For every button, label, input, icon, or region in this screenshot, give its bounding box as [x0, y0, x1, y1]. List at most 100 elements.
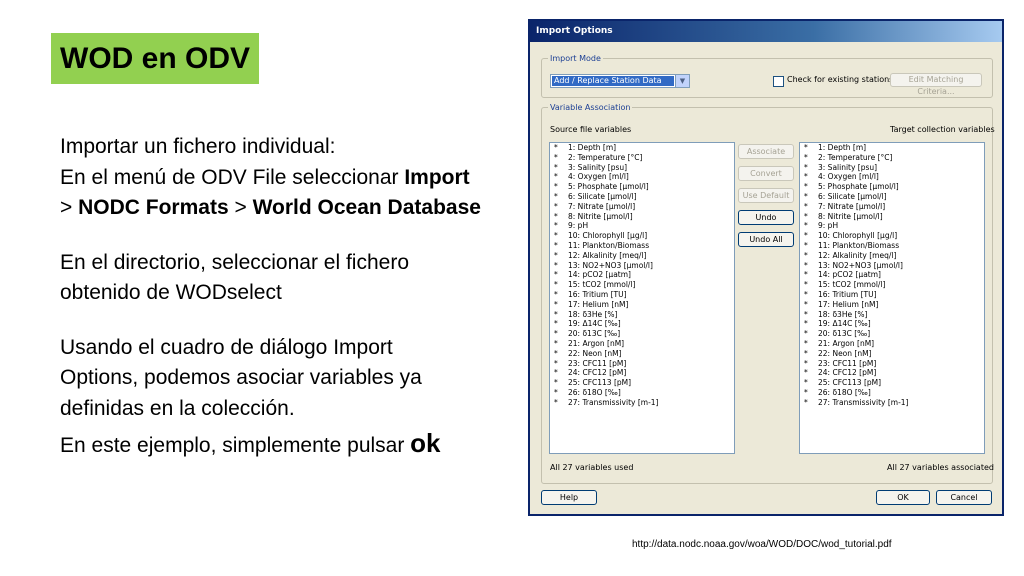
use-default-button[interactable]: Use Default — [738, 188, 794, 203]
list-item[interactable]: * 9: pH — [550, 221, 734, 231]
list-item[interactable]: * 18: δ3He [%] — [550, 310, 734, 320]
list-item[interactable]: * 12: Alkalinity [meq/l] — [550, 251, 734, 261]
variable-label: 3: Salinity [psu] — [818, 162, 878, 172]
undo-all-button[interactable]: Undo All — [738, 232, 794, 247]
body-text-span: > — [228, 196, 253, 219]
list-item[interactable]: * 9: pH — [800, 221, 984, 231]
dialog-title: Import Options — [530, 21, 1002, 42]
list-item[interactable]: * 18: δ3He [%] — [800, 310, 984, 320]
list-item[interactable]: * 10: Chlorophyll [µg/l] — [800, 231, 984, 241]
cancel-button[interactable]: Cancel — [936, 490, 992, 505]
variable-label: 1: Depth [m] — [818, 143, 867, 152]
list-item[interactable]: * 21: Argon [nM] — [550, 339, 734, 349]
list-item[interactable]: * 25: CFC113 [pM] — [550, 378, 734, 388]
undo-button[interactable]: Undo — [738, 210, 794, 225]
list-item[interactable]: * 5: Phosphate [µmol/l] — [550, 182, 734, 192]
list-item[interactable]: * 14: pCO2 [µatm] — [550, 270, 734, 280]
list-item[interactable]: * 5: Phosphate [µmol/l] — [800, 182, 984, 192]
list-item[interactable]: * 27: Transmissivity [m-1] — [800, 398, 984, 408]
list-item[interactable]: * 23: CFC11 [pM] — [550, 359, 734, 369]
list-item[interactable]: * 10: Chlorophyll [µg/l] — [550, 231, 734, 241]
associated-marker: * — [554, 329, 558, 339]
list-item[interactable]: * 12: Alkalinity [meq/l] — [800, 251, 984, 261]
list-item[interactable]: * 26: δ18O [‰] — [800, 388, 984, 398]
associated-marker: * — [804, 329, 808, 339]
list-item[interactable]: * 11: Plankton/Biomass — [550, 241, 734, 251]
list-item[interactable]: * 7: Nitrate [µmol/l] — [550, 202, 734, 212]
edit-matching-criteria-button[interactable]: Edit Matching Criteria... — [890, 73, 982, 96]
associated-marker: * — [554, 211, 558, 221]
list-item[interactable]: * 8: Nitrite [µmol/l] — [800, 212, 984, 222]
list-item[interactable]: * 2: Temperature [°C] — [800, 153, 984, 163]
associated-marker: * — [804, 368, 808, 378]
list-item[interactable]: * 6: Silicate [µmol/l] — [800, 192, 984, 202]
variable-label: 15: tCO2 [mmol/l] — [818, 280, 886, 290]
associated-marker: * — [804, 378, 808, 388]
variable-label: 14: pCO2 [µatm] — [568, 270, 631, 280]
associated-marker: * — [554, 201, 558, 211]
ok-button[interactable]: OK — [876, 490, 930, 505]
list-item[interactable]: * 19: Δ14C [‰] — [550, 319, 734, 329]
variable-label: 20: δ13C [‰] — [818, 329, 871, 339]
associate-button[interactable]: Associate — [738, 144, 794, 159]
associated-marker: * — [554, 280, 558, 290]
list-item[interactable]: * 16: Tritium [TU] — [800, 290, 984, 300]
list-item[interactable]: * 16: Tritium [TU] — [550, 290, 734, 300]
list-item[interactable]: * 25: CFC113 [pM] — [800, 378, 984, 388]
list-item[interactable]: * 4: Oxygen [ml/l] — [800, 172, 984, 182]
variable-label: 23: CFC11 [pM] — [818, 358, 877, 368]
variable-label: 5: Phosphate [µmol/l] — [818, 182, 899, 192]
list-item[interactable]: * 3: Salinity [psu] — [800, 163, 984, 173]
import-options-dialog: Import Options Import Mode Add / Replace… — [528, 19, 1004, 516]
associated-marker: * — [554, 143, 558, 152]
list-item[interactable]: * 4: Oxygen [ml/l] — [550, 172, 734, 182]
list-item[interactable]: * 8: Nitrite [µmol/l] — [550, 212, 734, 222]
list-item[interactable]: * 20: δ13C [‰] — [800, 329, 984, 339]
import-mode-select[interactable]: Add / Replace Station Data ▼ — [550, 74, 690, 88]
list-item[interactable]: * 17: Helium [nM] — [550, 300, 734, 310]
target-collection-variables-label: Target collection variables — [890, 125, 995, 134]
source-variables-rows: * 1: Depth [m] * 2: Temperature [°C] * 3: Sal… — [550, 143, 734, 408]
variable-label: 2: Temperature [°C] — [568, 152, 643, 162]
list-item[interactable]: * 15: tCO2 [mmol/l] — [550, 280, 734, 290]
help-button[interactable]: Help — [541, 490, 597, 505]
variable-label: 7: Nitrate [µmol/l] — [818, 201, 886, 211]
list-item[interactable]: * 7: Nitrate [µmol/l] — [800, 202, 984, 212]
list-item[interactable]: * 13: NO2+NO3 [µmol/l] — [550, 261, 734, 271]
list-item[interactable]: * 1: Depth [m] — [550, 143, 734, 153]
associated-marker: * — [804, 260, 808, 270]
check-existing-stations-checkbox[interactable] — [773, 76, 784, 87]
list-item[interactable]: * 17: Helium [nM] — [800, 300, 984, 310]
list-item[interactable]: * 2: Temperature [°C] — [550, 153, 734, 163]
list-item[interactable]: * 19: Δ14C [‰] — [800, 319, 984, 329]
list-item[interactable]: * 20: δ13C [‰] — [550, 329, 734, 339]
variable-label: 20: δ13C [‰] — [568, 329, 621, 339]
convert-button[interactable]: Convert — [738, 166, 794, 181]
list-item[interactable]: * 23: CFC11 [pM] — [800, 359, 984, 369]
chevron-down-icon[interactable]: ▼ — [675, 75, 689, 87]
list-item[interactable]: * 1: Depth [m] — [800, 143, 984, 153]
associated-marker: * — [804, 240, 808, 250]
menu-import-text: Import — [404, 165, 470, 189]
variable-label: 6: Silicate [µmol/l] — [818, 191, 887, 201]
list-item[interactable]: * 3: Salinity [psu] — [550, 163, 734, 173]
variable-label: 22: Neon [nM] — [568, 348, 622, 358]
list-item[interactable]: * 15: tCO2 [mmol/l] — [800, 280, 984, 290]
ok-emphasis-text: ok — [410, 428, 441, 458]
list-item[interactable]: * 22: Neon [nM] — [550, 349, 734, 359]
list-item[interactable]: * 26: δ18O [‰] — [550, 388, 734, 398]
list-item[interactable]: * 14: pCO2 [µatm] — [800, 270, 984, 280]
list-item[interactable]: * 24: CFC12 [pM] — [550, 368, 734, 378]
variable-label: 24: CFC12 [pM] — [818, 368, 877, 378]
list-item[interactable]: * 27: Transmissivity [m-1] — [550, 398, 734, 408]
list-item[interactable]: * 13: NO2+NO3 [µmol/l] — [800, 261, 984, 271]
target-variables-list[interactable]: * 1: Depth [m] * 2: Temperature [°C] * 3: Sal… — [799, 142, 985, 454]
list-item[interactable]: * 21: Argon [nM] — [800, 339, 984, 349]
associated-marker: * — [804, 172, 808, 182]
list-item[interactable]: * 6: Silicate [µmol/l] — [550, 192, 734, 202]
body-line: definidas en la colección. — [60, 394, 515, 425]
list-item[interactable]: * 11: Plankton/Biomass — [800, 241, 984, 251]
list-item[interactable]: * 22: Neon [nM] — [800, 349, 984, 359]
source-variables-list[interactable]: * 1: Depth [m] * 2: Temperature [°C] * 3: Sal… — [549, 142, 735, 454]
list-item[interactable]: * 24: CFC12 [pM] — [800, 368, 984, 378]
